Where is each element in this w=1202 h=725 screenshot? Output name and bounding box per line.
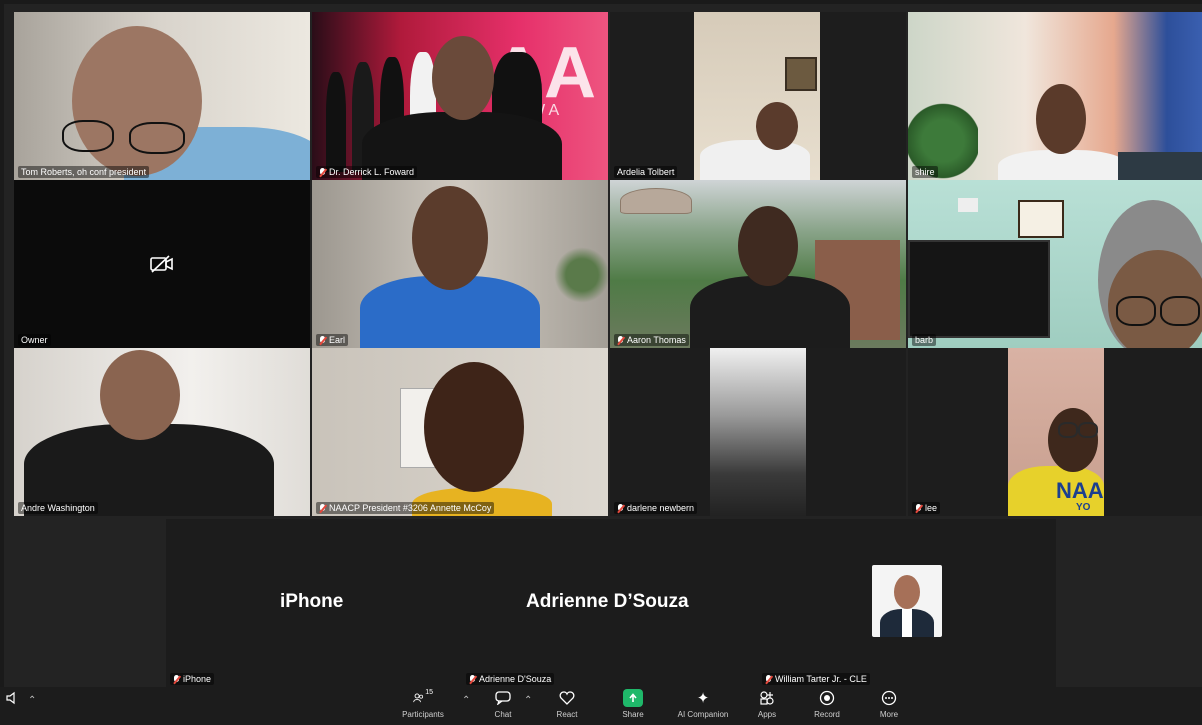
- shirt-subtext: YO: [1076, 502, 1091, 513]
- chat-options-caret[interactable]: ⌃: [524, 695, 532, 706]
- audio-tile-adrienne-dsouza[interactable]: Adrienne D’Souza Adrienne D'Souza: [462, 519, 758, 687]
- mic-muted-icon: [469, 674, 476, 684]
- video-tile-derrick-foward[interactable]: AA WA Dr. Derrick L. Foward: [312, 12, 608, 180]
- participant-name-tag: barb: [912, 334, 937, 346]
- participant-name-tag: Earl: [316, 334, 349, 346]
- audio-only-participants: iPhone iPhone Adrienne D’Souza Adrienne …: [166, 519, 1056, 687]
- video-feed: NAA YO: [908, 348, 1202, 516]
- record-icon: [817, 689, 837, 707]
- participant-display-name: iPhone: [280, 591, 344, 612]
- participants-icon: 15: [413, 689, 433, 707]
- video-feed: [908, 12, 1202, 180]
- speaker-icon: [2, 689, 22, 707]
- participant-name-tag: Ardelia Tolbert: [614, 166, 678, 178]
- audio-button[interactable]: [0, 689, 24, 710]
- participant-name-tag: Andre Washington: [18, 502, 98, 514]
- participant-name-tag: Aaron Thomas: [614, 334, 689, 346]
- participant-name-tag: Adrienne D'Souza: [466, 673, 555, 685]
- heart-icon: [557, 689, 577, 707]
- mic-muted-icon: [765, 674, 772, 684]
- audio-tile-william-tarter[interactable]: William Tarter Jr. - CLE: [758, 519, 1056, 687]
- participant-name-tag: William Tarter Jr. - CLE: [762, 673, 870, 685]
- video-feed: [610, 348, 906, 516]
- chat-button[interactable]: Chat: [476, 689, 530, 719]
- ai-companion-button[interactable]: ✦ AI Companion: [672, 689, 734, 719]
- video-feed: [14, 12, 310, 180]
- participant-display-name: Adrienne D’Souza: [526, 591, 689, 612]
- video-tile-aaron-thomas[interactable]: Aaron Thomas: [610, 180, 906, 348]
- video-tile-darlene-newbern[interactable]: darlene newbern: [610, 348, 906, 516]
- more-icon: [879, 689, 899, 707]
- record-button[interactable]: Record: [800, 689, 854, 719]
- camera-off-icon: [150, 255, 173, 273]
- video-tile-barb[interactable]: barb: [908, 180, 1202, 348]
- video-tile-shire[interactable]: shire: [908, 12, 1202, 180]
- participant-name-tag: lee: [912, 502, 941, 514]
- video-feed: [610, 12, 906, 180]
- chat-icon: [493, 689, 513, 707]
- apps-button[interactable]: Apps: [740, 689, 794, 719]
- mic-muted-icon: [915, 503, 922, 513]
- video-tile-earl[interactable]: Earl: [312, 180, 608, 348]
- mic-muted-icon: [617, 503, 624, 513]
- mic-muted-icon: [173, 674, 180, 684]
- mic-muted-icon: [617, 335, 624, 345]
- video-feed: [908, 180, 1202, 348]
- participant-name-tag: NAACP President #3206 Annette McCoy: [316, 502, 495, 514]
- video-feed: [312, 348, 608, 516]
- participant-name-tag: Tom Roberts, oh conf president: [18, 166, 150, 178]
- mic-muted-icon: [319, 503, 326, 513]
- mic-muted-icon: [319, 335, 326, 345]
- shirt-text: NAA: [1056, 478, 1104, 503]
- video-tile-andre-washington[interactable]: Andre Washington: [14, 348, 310, 516]
- participant-name-tag: Dr. Derrick L. Foward: [316, 166, 418, 178]
- profile-avatar: [872, 565, 942, 637]
- react-button[interactable]: React: [540, 689, 594, 719]
- video-feed: [312, 180, 608, 348]
- participant-name-tag: shire: [912, 166, 938, 178]
- video-feed: [14, 348, 310, 516]
- participant-name-tag: darlene newbern: [614, 502, 698, 514]
- apps-icon: [757, 689, 777, 707]
- video-feed: AA WA: [312, 12, 608, 180]
- video-tile-lee[interactable]: NAA YO lee: [908, 348, 1202, 516]
- meeting-toolbar: ⌃ 15 Participants ⌃ Chat ⌃ React Share ✦…: [0, 687, 1202, 725]
- share-icon: [623, 689, 643, 707]
- participant-name-tag: Owner: [18, 334, 51, 346]
- mic-muted-icon: [319, 167, 326, 177]
- video-tile-tom-roberts[interactable]: Tom Roberts, oh conf president: [14, 12, 310, 180]
- more-button[interactable]: More: [862, 689, 916, 719]
- video-tile-annette-mccoy[interactable]: NAACP President #3206 Annette McCoy: [312, 348, 608, 516]
- audio-tile-iphone[interactable]: iPhone iPhone: [166, 519, 462, 687]
- video-feed: [610, 180, 906, 348]
- participants-count: 15: [425, 688, 433, 696]
- participants-options-caret[interactable]: ⌃: [462, 695, 470, 706]
- video-tile-owner[interactable]: Owner: [14, 180, 310, 348]
- participant-name-tag: iPhone: [170, 673, 215, 685]
- video-tile-ardelia-tolbert[interactable]: Ardelia Tolbert: [610, 12, 906, 180]
- sparkle-icon: ✦: [696, 690, 710, 707]
- audio-options-caret[interactable]: ⌃: [28, 695, 36, 706]
- share-button[interactable]: Share: [606, 689, 660, 719]
- gallery-view: Tom Roberts, oh conf president AA WA Dr.…: [4, 4, 1202, 725]
- participants-button[interactable]: 15 Participants: [396, 689, 450, 720]
